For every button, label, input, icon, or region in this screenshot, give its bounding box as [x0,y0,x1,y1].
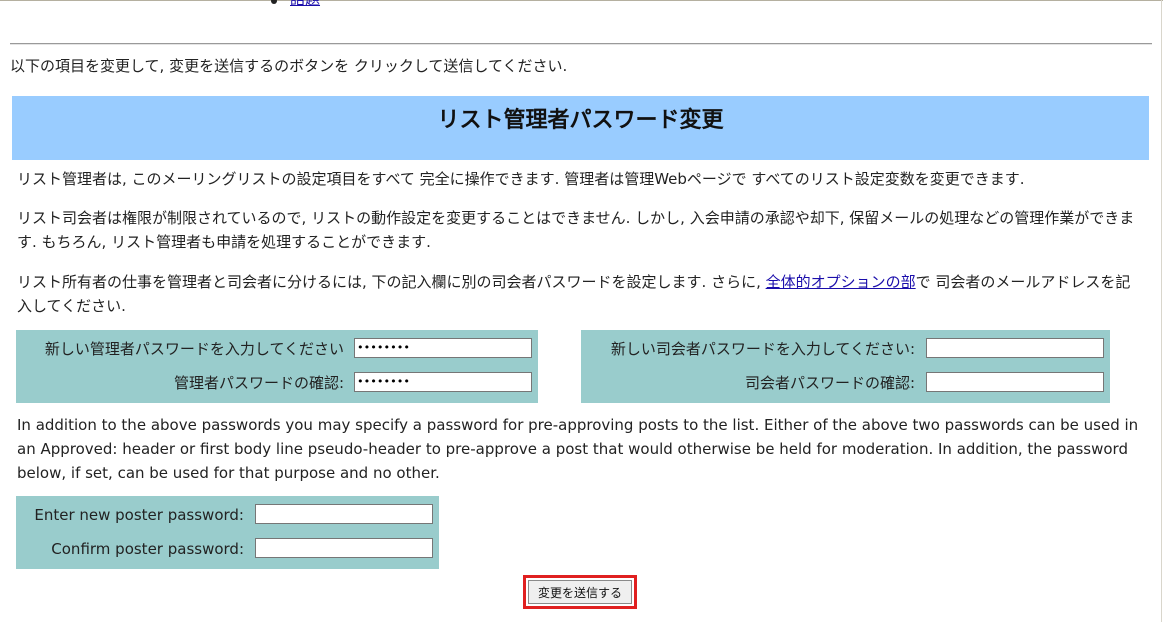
submit-changes-button[interactable]: 変更を送信する [528,580,632,604]
horizontal-rule [10,43,1152,45]
moderator-new-password-row: 新しい司会者パスワードを入力してください: [581,337,1110,361]
poster-confirm-password-label: Confirm poster password: [51,540,244,558]
moderator-confirm-password-input[interactable] [926,372,1104,392]
nav-link-topics[interactable]: 話題 [290,0,320,9]
submit-button-highlight: 変更を送信する [523,575,637,609]
paragraph-split-roles: リスト所有者の仕事を管理者と司会者に分けるには, 下の記入欄に別の司会者パスワー… [17,270,1142,318]
window-top-border [0,0,1163,1]
moderator-confirm-password-row: 司会者パスワードの確認: [581,371,1110,395]
admin-confirm-password-input[interactable] [354,372,532,392]
admin-confirm-password-row: 管理者パスワードの確認: [16,371,538,395]
admin-confirm-password-label: 管理者パスワードの確認: [173,374,344,392]
poster-password-panel: Enter new poster password: Confirm poste… [16,496,439,569]
section-header: リスト管理者パスワード変更 [12,96,1149,160]
poster-new-password-row: Enter new poster password: [16,503,439,527]
list-bullet [271,0,277,4]
poster-confirm-password-row: Confirm poster password: [16,537,439,561]
moderator-new-password-input[interactable] [926,338,1104,358]
moderator-new-password-label: 新しい司会者パスワードを入力してください: [610,340,915,358]
window-right-border [1161,0,1162,622]
admin-password-panel: 新しい管理者パスワードを入力してください 管理者パスワードの確認: [16,330,538,403]
poster-confirm-password-input[interactable] [255,538,433,558]
paragraph-moderator-description: リスト司会者は権限が制限されているので, リストの動作設定を変更することはできま… [17,209,1135,251]
moderator-password-panel: 新しい司会者パスワードを入力してください: 司会者パスワードの確認: [581,330,1110,403]
intro-text: 以下の項目を変更して, 変更を送信するのボタンを クリックして送信してください. [10,57,568,75]
general-options-link[interactable]: 全体的オプションの部 [766,273,916,291]
admin-new-password-label: 新しい管理者パスワードを入力してください [44,340,344,358]
paragraph-poster-password: In addition to the above passwords you m… [17,416,1139,482]
admin-new-password-row: 新しい管理者パスワードを入力してください [16,337,538,361]
poster-new-password-input[interactable] [255,504,433,524]
paragraph-admin-description: リスト管理者は, このメーリングリストの設定項目をすべて 完全に操作できます. … [17,170,1025,188]
poster-new-password-label: Enter new poster password: [34,506,244,524]
admin-new-password-input[interactable] [354,338,532,358]
paragraph-split-roles-text-start: リスト所有者の仕事を管理者と司会者に分けるには, 下の記入欄に別の司会者パスワー… [17,273,766,291]
section-title: リスト管理者パスワード変更 [437,108,724,133]
moderator-confirm-password-label: 司会者パスワードの確認: [744,374,915,392]
